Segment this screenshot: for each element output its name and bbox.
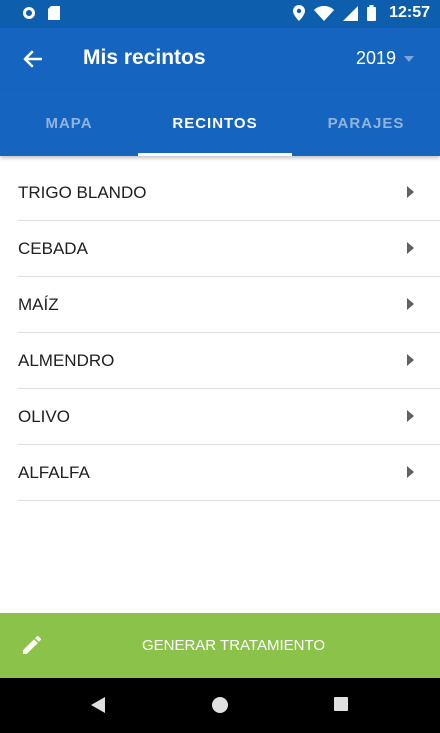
chevron-right-icon: [407, 186, 414, 198]
list-item[interactable]: MAÍZ: [18, 277, 440, 333]
status-icons-left: [22, 6, 60, 20]
tab-label: MAPA: [45, 114, 93, 132]
year-value: 2019: [355, 48, 396, 68]
list-item-label: ALMENDRO: [18, 350, 115, 370]
back-button[interactable]: [16, 43, 48, 75]
nav-back-icon[interactable]: [91, 697, 105, 713]
list-item[interactable]: OLIVO: [18, 389, 440, 445]
tab-parajes[interactable]: PARAJES: [292, 90, 440, 156]
status-bar: 12:57: [0, 0, 440, 28]
status-time: 12:57: [389, 4, 430, 21]
back-arrow-icon: [23, 50, 42, 68]
tab-bar: MAPA RECINTOS PARAJES: [0, 90, 440, 156]
chevron-right-icon: [407, 466, 414, 478]
tab-label: RECINTOS: [172, 114, 258, 132]
generate-treatment-label: GENERAR TRATAMIENTO: [141, 637, 326, 654]
nav-recents-icon[interactable]: [334, 697, 348, 711]
chevron-right-icon: [407, 242, 414, 254]
nav-home-icon[interactable]: [212, 697, 228, 713]
list-item[interactable]: ALMENDRO: [18, 333, 440, 389]
status-icons-right: 12:57: [293, 4, 430, 22]
list-item[interactable]: TRIGO BLANDO: [18, 165, 440, 221]
dropdown-arrow-icon: [404, 55, 414, 62]
generate-treatment-button[interactable]: GENERAR TRATAMIENTO: [0, 613, 440, 678]
wifi-icon: [314, 5, 335, 21]
list-item-label: OLIVO: [18, 406, 70, 426]
list-item-label: MAÍZ: [18, 294, 59, 314]
app-bar: Mis recintos 2019: [0, 28, 440, 90]
list-item-label: TRIGO BLANDO: [18, 182, 147, 202]
notification-circle-icon: [23, 7, 35, 19]
tab-indicator: [138, 153, 292, 156]
chevron-right-icon: [407, 410, 414, 422]
list-item-label: CEBADA: [18, 238, 88, 258]
list-item-label: ALFALFA: [18, 462, 90, 482]
page-title: Mis recintos: [83, 46, 206, 69]
list-item[interactable]: ALFALFA: [18, 445, 440, 501]
list-item[interactable]: CEBADA: [18, 221, 440, 277]
recintos-list: TRIGO BLANDO CEBADA MAÍZ ALMENDRO OLIVO …: [18, 165, 440, 501]
battery-icon: [367, 5, 377, 21]
tab-label: PARAJES: [327, 114, 405, 132]
tab-recintos[interactable]: RECINTOS: [138, 90, 292, 156]
chevron-right-icon: [407, 354, 414, 366]
chevron-right-icon: [407, 298, 414, 310]
location-icon: [293, 5, 306, 21]
sd-card-icon: [48, 6, 60, 20]
year-dropdown[interactable]: 2019: [356, 48, 414, 69]
tab-mapa[interactable]: MAPA: [0, 90, 138, 156]
signal-icon: [343, 5, 359, 21]
system-nav-bar: [0, 678, 440, 733]
